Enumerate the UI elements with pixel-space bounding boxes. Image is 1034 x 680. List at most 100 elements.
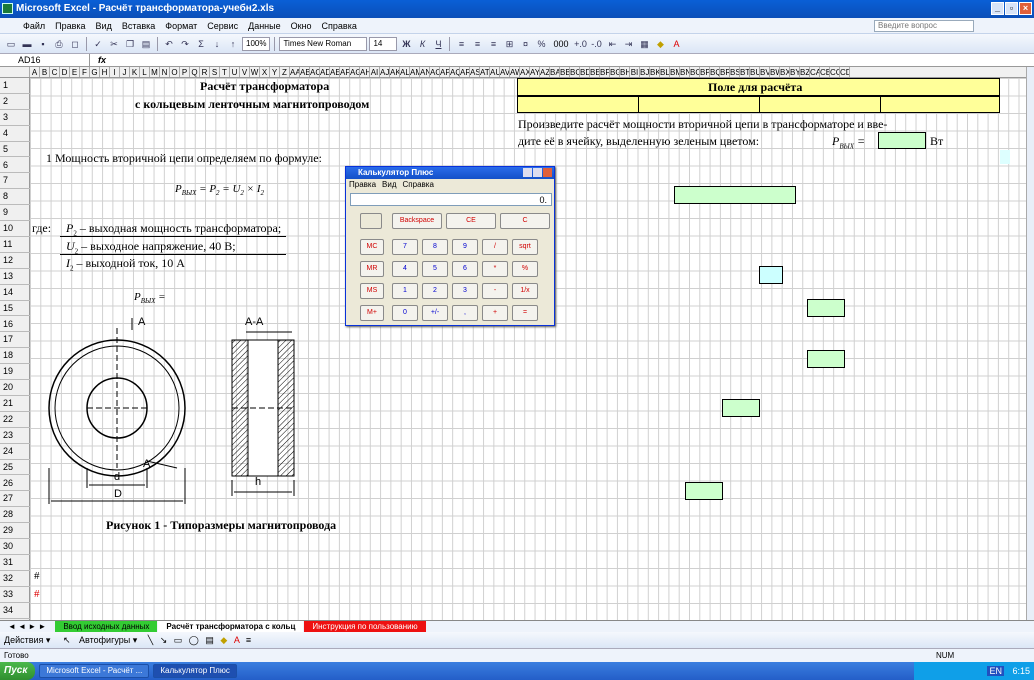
- undo-icon[interactable]: ↶: [162, 37, 176, 51]
- calc-key[interactable]: 6: [452, 261, 478, 277]
- language-indicator[interactable]: EN: [987, 666, 1004, 676]
- row-header[interactable]: 14: [0, 285, 30, 301]
- merge-icon[interactable]: ⊞: [502, 37, 516, 51]
- sort-desc-icon[interactable]: ↑: [226, 37, 240, 51]
- column-header[interactable]: S: [210, 67, 220, 77]
- taskbar-calculator[interactable]: Калькулятор Плюс: [153, 664, 237, 678]
- column-header[interactable]: AS: [470, 67, 480, 77]
- actions-menu[interactable]: Действия ▾: [4, 635, 50, 645]
- row-header[interactable]: 5: [0, 142, 30, 158]
- column-header[interactable]: AH: [360, 67, 370, 77]
- increase-decimal-icon[interactable]: +.0: [574, 37, 588, 51]
- calc-key[interactable]: 9: [452, 239, 478, 255]
- minimize-button[interactable]: _: [991, 2, 1004, 15]
- row-header[interactable]: 2: [0, 94, 30, 110]
- calc-key[interactable]: 4: [392, 261, 418, 277]
- column-header[interactable]: Z: [280, 67, 290, 77]
- calc-key[interactable]: %: [512, 261, 538, 277]
- column-header[interactable]: AO: [430, 67, 440, 77]
- column-header[interactable]: AD: [320, 67, 330, 77]
- line-style-icon[interactable]: ≡: [246, 635, 251, 645]
- column-header[interactable]: AI: [370, 67, 380, 77]
- font-select[interactable]: Times New Roman: [279, 36, 368, 51]
- row-header[interactable]: 30: [0, 539, 30, 555]
- menu-insert[interactable]: Вставка: [117, 18, 160, 34]
- column-header[interactable]: H: [100, 67, 110, 77]
- column-header[interactable]: BS: [730, 67, 740, 77]
- arrow-icon[interactable]: ↘: [160, 635, 168, 645]
- row-header[interactable]: 20: [0, 380, 30, 396]
- calc-key[interactable]: 8: [422, 239, 448, 255]
- menu-edit[interactable]: Правка: [50, 18, 90, 34]
- column-header[interactable]: BC: [570, 67, 580, 77]
- column-header[interactable]: BW: [770, 67, 780, 77]
- line-icon[interactable]: ╲: [148, 635, 153, 645]
- green-cell-3[interactable]: [807, 350, 845, 368]
- calc-key[interactable]: ,: [452, 305, 478, 321]
- vertical-scrollbar[interactable]: [1026, 67, 1034, 620]
- column-header[interactable]: CC: [830, 67, 840, 77]
- font-size-select[interactable]: 14: [369, 36, 398, 51]
- column-header[interactable]: AU: [490, 67, 500, 77]
- open-icon[interactable]: ▬: [20, 37, 34, 51]
- close-button[interactable]: ×: [1019, 2, 1032, 15]
- calc-key[interactable]: +/-: [422, 305, 448, 321]
- menu-tools[interactable]: Сервис: [202, 18, 243, 34]
- calc-menu-help[interactable]: Справка: [403, 180, 434, 189]
- column-header[interactable]: AK: [390, 67, 400, 77]
- menu-file[interactable]: Файл: [18, 18, 50, 34]
- calc-key[interactable]: 3: [452, 283, 478, 299]
- new-icon[interactable]: ▭: [4, 37, 18, 51]
- column-header[interactable]: BK: [650, 67, 660, 77]
- calc-key[interactable]: sqrt: [512, 239, 538, 255]
- row-header[interactable]: 28: [0, 507, 30, 524]
- column-header[interactable]: AT: [480, 67, 490, 77]
- calc-key[interactable]: *: [482, 261, 508, 277]
- calc-key[interactable]: 1: [392, 283, 418, 299]
- column-header[interactable]: AM: [410, 67, 420, 77]
- calc-key[interactable]: +: [482, 305, 508, 321]
- column-header[interactable]: N: [160, 67, 170, 77]
- row-header[interactable]: 7: [0, 173, 30, 190]
- column-header[interactable]: T: [220, 67, 230, 77]
- column-header[interactable]: BQ: [710, 67, 720, 77]
- column-header[interactable]: B: [40, 67, 50, 77]
- column-header[interactable]: AP: [440, 67, 450, 77]
- column-header[interactable]: BL: [660, 67, 670, 77]
- row-header[interactable]: 11: [0, 237, 30, 253]
- align-center-icon[interactable]: ≡: [470, 37, 484, 51]
- row-header[interactable]: 19: [0, 364, 30, 381]
- calc-key[interactable]: 0: [392, 305, 418, 321]
- column-header[interactable]: M: [150, 67, 160, 77]
- select-all-corner[interactable]: [0, 67, 30, 77]
- column-header[interactable]: AQ: [450, 67, 460, 77]
- restore-button[interactable]: ▫: [1005, 2, 1018, 15]
- menu-format[interactable]: Формат: [160, 18, 202, 34]
- column-header[interactable]: AR: [460, 67, 470, 77]
- align-left-icon[interactable]: ≡: [454, 37, 468, 51]
- column-header[interactable]: BO: [690, 67, 700, 77]
- column-header[interactable]: BA: [550, 67, 560, 77]
- column-header[interactable]: U: [230, 67, 240, 77]
- fill-icon[interactable]: ◆: [220, 635, 227, 645]
- column-header[interactable]: W: [250, 67, 260, 77]
- calc-menu-view[interactable]: Вид: [382, 180, 396, 189]
- row-header[interactable]: 8: [0, 189, 30, 206]
- calc-key[interactable]: MR: [360, 261, 384, 277]
- tab-instructions[interactable]: Инструкция по пользованию: [304, 621, 426, 632]
- calculator-window[interactable]: Калькулятор Плюс Правка Вид Справка 0. Bac…: [345, 166, 555, 326]
- calculator-title-bar[interactable]: Калькулятор Плюс: [346, 167, 554, 179]
- column-header[interactable]: BB: [560, 67, 570, 77]
- redo-icon[interactable]: ↷: [178, 37, 192, 51]
- rectangle-icon[interactable]: ▭: [174, 635, 183, 645]
- column-header[interactable]: BE: [590, 67, 600, 77]
- bold-button[interactable]: Ж: [399, 37, 413, 51]
- column-header[interactable]: AC: [310, 67, 320, 77]
- tab-input-data[interactable]: Ввод исходных данных: [55, 621, 158, 632]
- thousands-button[interactable]: 000: [550, 39, 571, 49]
- taskbar-excel[interactable]: Microsoft Excel - Расчёт ...: [39, 664, 150, 678]
- calc-minimize-button[interactable]: [523, 168, 532, 177]
- row-header[interactable]: 12: [0, 253, 30, 269]
- column-header[interactable]: K: [130, 67, 140, 77]
- row-header[interactable]: 24: [0, 444, 30, 460]
